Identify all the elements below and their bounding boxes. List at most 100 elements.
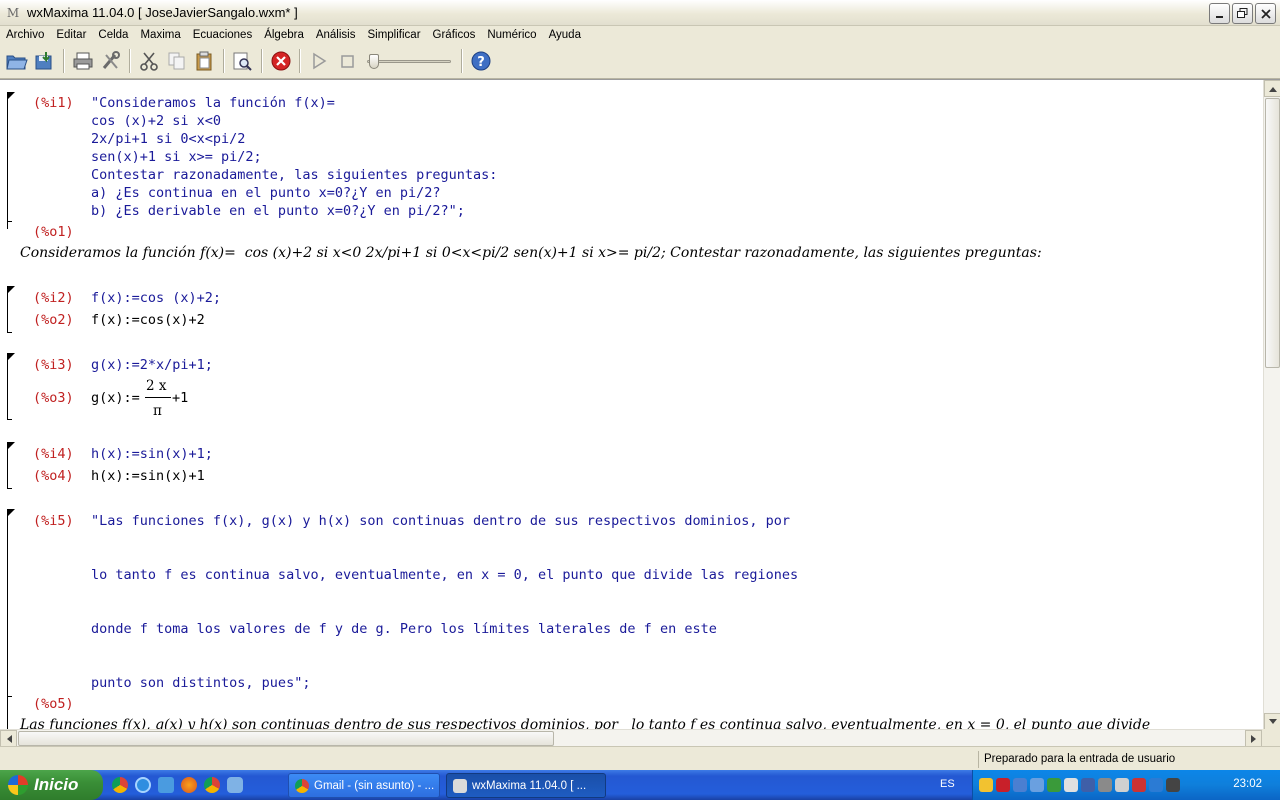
input-line[interactable]: g(x):=2*x/pi+1; [91, 357, 213, 373]
security-shield-icon[interactable] [979, 778, 993, 792]
cut-button[interactable] [137, 49, 161, 73]
quick-launch [112, 777, 243, 793]
menu-archivo[interactable]: Archivo [0, 26, 50, 44]
menu-ecuaciones[interactable]: Ecuaciones [187, 26, 258, 44]
output-label: (%o5) [33, 696, 74, 712]
monitor-icon[interactable] [1166, 778, 1180, 792]
device-icon[interactable] [1115, 778, 1129, 792]
cell-bracket-triangle[interactable] [7, 509, 15, 517]
cell-bracket-triangle[interactable] [7, 353, 15, 361]
svg-text:?: ? [477, 55, 485, 70]
find-button[interactable] [231, 49, 255, 73]
input-line[interactable]: a) ¿Es continua en el punto x=0?¿Y en pi… [91, 185, 441, 201]
minimize-button[interactable] [1209, 3, 1230, 24]
horizontal-scrollbar[interactable] [0, 729, 1262, 747]
language-indicator[interactable]: ES [940, 778, 955, 790]
firefox-icon[interactable] [181, 777, 197, 793]
input-line[interactable]: f(x):=cos (x)+2; [91, 290, 221, 306]
print-button[interactable] [71, 49, 95, 73]
fraction-denominator: π [153, 403, 162, 419]
taskbar-item-wxmaxima[interactable]: wxMaxima 11.04.0 [ ... [446, 773, 606, 798]
menu-graficos[interactable]: Gráficos [427, 26, 482, 44]
worksheet-content: (%i1) "Consideramos la función f(x)= cos… [0, 80, 1262, 729]
restore-button[interactable] [1232, 3, 1253, 24]
bluetooth-icon[interactable] [1149, 778, 1163, 792]
display-icon[interactable] [1081, 778, 1095, 792]
network-icon[interactable] [1013, 778, 1027, 792]
vertical-scrollbar[interactable] [1263, 80, 1280, 729]
toolbar: ? [0, 44, 1280, 79]
cell-bracket-triangle[interactable] [7, 442, 15, 450]
input-line[interactable]: "Las funciones f(x), g(x) y h(x) son con… [91, 513, 790, 529]
output-label: (%o4) [33, 468, 74, 484]
open-button[interactable] [5, 49, 29, 73]
animation-slider[interactable] [367, 49, 451, 73]
start-button[interactable]: Inicio [0, 770, 103, 800]
worksheet[interactable]: (%i1) "Consideramos la función f(x)= cos… [0, 79, 1280, 729]
menu-ayuda[interactable]: Ayuda [543, 26, 587, 44]
volume-icon[interactable] [1030, 778, 1044, 792]
close-button[interactable] [1255, 3, 1276, 24]
preferences-button[interactable] [99, 49, 123, 73]
chrome-icon[interactable] [112, 777, 128, 793]
play-button[interactable] [307, 49, 331, 73]
chrome-icon[interactable] [204, 777, 220, 793]
menu-algebra[interactable]: Álgebra [258, 26, 310, 44]
scroll-up-button[interactable] [1264, 80, 1280, 97]
menu-celda[interactable]: Celda [92, 26, 134, 44]
save-button[interactable] [33, 49, 57, 73]
help-button[interactable]: ? [469, 49, 493, 73]
cell-bracket[interactable] [7, 442, 15, 489]
arrow-left-icon [6, 734, 12, 743]
output-text: f(x):=cos(x)+2 [91, 312, 205, 328]
title-bar[interactable]: M wxMaxima 11.04.0 [ JoseJavierSangalo.w… [0, 0, 1280, 26]
scroll-down-button[interactable] [1264, 713, 1280, 729]
close-icon [1260, 8, 1271, 19]
slider-thumb[interactable] [369, 54, 379, 69]
update-icon[interactable] [1047, 778, 1061, 792]
app-launcher-icon[interactable] [227, 777, 243, 793]
menu-numerico[interactable]: Numérico [481, 26, 542, 44]
copy-button[interactable] [165, 49, 189, 73]
clock[interactable]: 23:02 [1233, 778, 1262, 790]
cell-bracket[interactable] [7, 92, 15, 229]
antivirus-icon[interactable] [996, 778, 1010, 792]
scrollbar-corner [1262, 729, 1280, 746]
stop-icon [341, 55, 354, 68]
find-icon [233, 52, 252, 71]
menu-maxima[interactable]: Maxima [134, 26, 186, 44]
show-desktop-icon[interactable] [158, 777, 174, 793]
taskbar-item-gmail[interactable]: Gmail - (sin asunto) - ... [288, 773, 440, 798]
input-line[interactable]: Contestar razonadamente, las siguientes … [91, 167, 497, 183]
input-line[interactable]: donde f toma los valores de f y de g. Pe… [91, 621, 717, 637]
input-line[interactable]: sen(x)+1 si x>= pi/2; [91, 149, 262, 165]
cell-bracket[interactable] [7, 509, 15, 729]
usb-icon[interactable] [1064, 778, 1078, 792]
menu-simplificar[interactable]: Simplificar [361, 26, 426, 44]
interrupt-button[interactable] [269, 49, 293, 73]
fraction-numerator: 2 x [146, 378, 167, 394]
stop-button[interactable] [335, 49, 359, 73]
input-line[interactable]: punto son distintos, pues"; [91, 675, 310, 691]
maxima-app-icon[interactable]: M [5, 5, 21, 21]
input-line[interactable]: "Consideramos la función f(x)= [91, 95, 335, 111]
input-line[interactable]: h(x):=sin(x)+1; [91, 446, 213, 462]
horizontal-scroll-thumb[interactable] [18, 731, 554, 746]
cell-bracket[interactable] [7, 286, 15, 333]
input-line[interactable]: lo tanto f es continua salvo, eventualme… [91, 567, 798, 583]
scroll-right-button[interactable] [1245, 730, 1262, 747]
paste-button[interactable] [193, 49, 217, 73]
internet-explorer-icon[interactable] [135, 777, 151, 793]
cell-bracket-triangle[interactable] [7, 286, 15, 294]
menu-editar[interactable]: Editar [50, 26, 92, 44]
cell-bracket-triangle[interactable] [7, 92, 15, 100]
input-line[interactable]: b) ¿Es derivable en el punto x=0?¿Y en p… [91, 203, 465, 219]
alert-icon[interactable] [1132, 778, 1146, 792]
input-line[interactable]: 2x/pi+1 si 0<x<pi/2 [91, 131, 245, 147]
settings-icon[interactable] [1098, 778, 1112, 792]
cell-bracket[interactable] [7, 353, 15, 420]
vertical-scroll-thumb[interactable] [1265, 98, 1280, 368]
menu-analisis[interactable]: Análisis [310, 26, 362, 44]
scroll-left-button[interactable] [0, 730, 17, 747]
input-line[interactable]: cos (x)+2 si x<0 [91, 113, 221, 129]
